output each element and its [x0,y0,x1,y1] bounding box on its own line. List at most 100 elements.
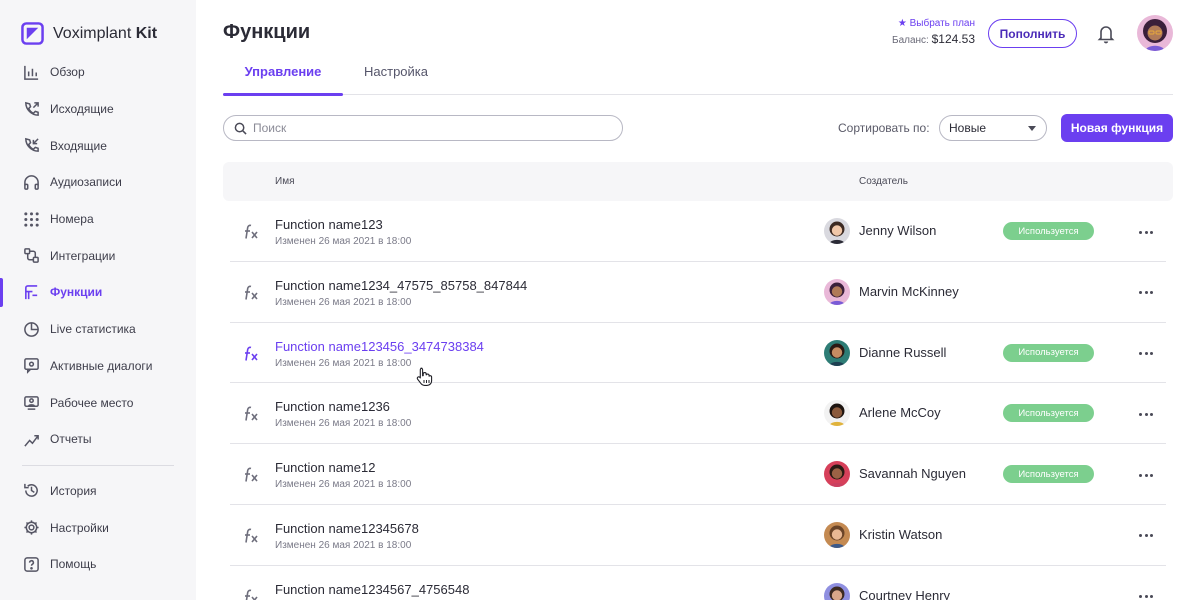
status-badge: Используется [1003,222,1094,240]
sidebar-item-numbers[interactable]: Номера [0,201,196,238]
function-name[interactable]: Function name1234_47575_85758_847844 [275,278,527,293]
column-header-creator[interactable]: Создатель [859,176,908,187]
sidebar-item-label: История [50,483,97,498]
sidebar-item-integrations[interactable]: Интеграции [0,237,196,274]
sidebar-item-reports[interactable]: Отчеты [0,421,196,458]
sidebar-item-label: Интеграции [50,248,116,263]
function-icon [245,285,258,300]
sidebar-item-label: Активные диалоги [50,358,153,373]
function-icon [245,467,258,482]
table-row[interactable]: Function name123 Изменен 26 мая 2021 в 18… [230,201,1166,262]
more-options-icon[interactable] [1133,527,1159,545]
history-icon [23,482,40,499]
sidebar-item-label: Live статистика [50,322,136,337]
more-options-icon[interactable] [1133,466,1159,484]
function-name[interactable]: Function name123456_3474738384 [275,339,484,354]
creator-name: Savannah Nguyen [859,466,966,482]
sidebar-item-label: Функции [50,285,103,300]
sidebar-item-recordings[interactable]: Аудиозаписи [0,164,196,201]
tab-management[interactable]: Управление [223,56,343,96]
function-modified-date: Изменен 26 мая 2021 в 18:00 [275,236,412,247]
new-function-button[interactable]: Новая функция [1061,114,1173,142]
function-name[interactable]: Function name12 [275,460,375,475]
sidebar-nav: Обзор Исходящие Входящие Аудиозаписи Ном… [0,54,196,583]
table-row[interactable]: Function name12345678 Изменен 26 мая 2021… [230,505,1166,566]
function-name[interactable]: Function name1236 [275,399,390,414]
more-options-icon[interactable] [1133,223,1159,241]
table-row[interactable]: Function name12 Изменен 26 мая 2021 в 18:… [230,444,1166,505]
sidebar-item-outgoing[interactable]: Исходящие [0,91,196,128]
function-modified-date: Изменен 26 мая 2021 в 18:00 [275,418,412,430]
sidebar-item-help[interactable]: Помощь [0,546,196,583]
settings-icon [23,519,40,536]
sidebar-item-functions[interactable]: Функции [0,274,196,311]
more-options-icon[interactable] [1133,405,1159,423]
function-modified-date: Изменен 26 мая 2021 в 18:00 [275,357,412,369]
choose-plan-link[interactable]: ★ Выбрать план [880,18,975,29]
creator-name: Jenny Wilson [859,223,937,238]
table-row[interactable]: Function name1236 Изменен 26 мая 2021 в 1… [230,383,1166,445]
more-options-icon[interactable] [1133,588,1159,600]
sidebar-item-label: Входящие [50,138,107,153]
sidebar-divider [22,464,174,466]
sidebar-item-label: Отчеты [50,432,92,447]
status-badge: Используется [1003,404,1094,423]
search-icon [234,122,247,135]
search-input[interactable] [253,121,593,135]
function-modified-date: Изменен 26 мая 2021 в 18:00 [275,539,412,551]
sidebar-item-incoming[interactable]: Входящие [0,127,196,164]
sidebar-item-label: Помощь [50,557,97,572]
sort-value: Новые [949,121,987,135]
integrations-icon [23,247,40,264]
more-options-icon[interactable] [1133,284,1159,302]
sidebar-item-overview[interactable]: Обзор [0,54,196,91]
user-avatar[interactable] [1137,15,1173,51]
function-modified-date: Изменен 26 мая 2021 в 18:00 [275,296,412,308]
sidebar-item-label: Настройки [50,520,109,535]
tab-settings[interactable]: Настройка [364,56,428,95]
headphones-icon [23,174,40,191]
function-icon [245,406,258,422]
avatar [824,461,850,488]
creator-name: Dianne Russell [859,344,947,360]
voximplant-logo-icon [21,22,44,45]
pie-chart-icon [23,321,40,338]
reports-icon [23,431,40,448]
column-header-name[interactable]: Имя [275,176,294,187]
brand[interactable]: Voximplant Kit [21,22,157,45]
sidebar-item-live-stats[interactable]: Live статистика [0,311,196,348]
creator-name: Arlene McCoy [859,405,941,421]
topup-button[interactable]: Пополнить [988,19,1077,48]
creator-name: Marvin McKinney [859,283,959,299]
sort-select[interactable]: Новые [939,115,1047,141]
creator-name: Kristin Watson [859,526,943,542]
function-name[interactable]: Function name123 [275,217,383,232]
creator-name: Courtney Henry [859,587,951,600]
function-name[interactable]: Function name1234567_4756548 [275,582,469,597]
function-icon [245,346,258,361]
more-options-icon[interactable] [1133,345,1159,363]
table-row[interactable]: Function name1234_47575_85758_847844 Изме… [230,262,1166,323]
avatar [824,218,850,244]
sort-label: Сортировать по: [838,121,930,135]
sidebar-item-active-dialogs[interactable]: Активные диалоги [0,348,196,385]
function-icon [245,589,258,600]
sidebar-item-workplace[interactable]: Рабочее место [0,384,196,421]
sidebar-item-label: Аудиозаписи [50,175,122,190]
bell-icon[interactable] [1097,24,1115,44]
incoming-call-icon [23,137,40,154]
table-row[interactable]: Function name123456_3474738384 Изменен 26… [230,323,1166,384]
function-icon [245,528,258,543]
dialpad-icon [23,211,40,228]
status-badge: Используется [1003,465,1094,484]
tabs: Управление Настройка [223,56,1173,96]
function-name[interactable]: Function name12345678 [275,521,419,536]
plan-info: ★ Выбрать план Баланс: $124.53 [880,18,975,46]
sidebar-item-history[interactable]: История [0,473,196,510]
help-icon [23,556,40,573]
sidebar-item-settings[interactable]: Настройки [0,509,196,546]
table-body: Function name123 Изменен 26 мая 2021 в 18… [230,201,1166,600]
avatar [824,400,850,427]
chart-icon [23,64,40,81]
table-row[interactable]: Function name1234567_4756548 Courtney Hen… [230,566,1166,600]
